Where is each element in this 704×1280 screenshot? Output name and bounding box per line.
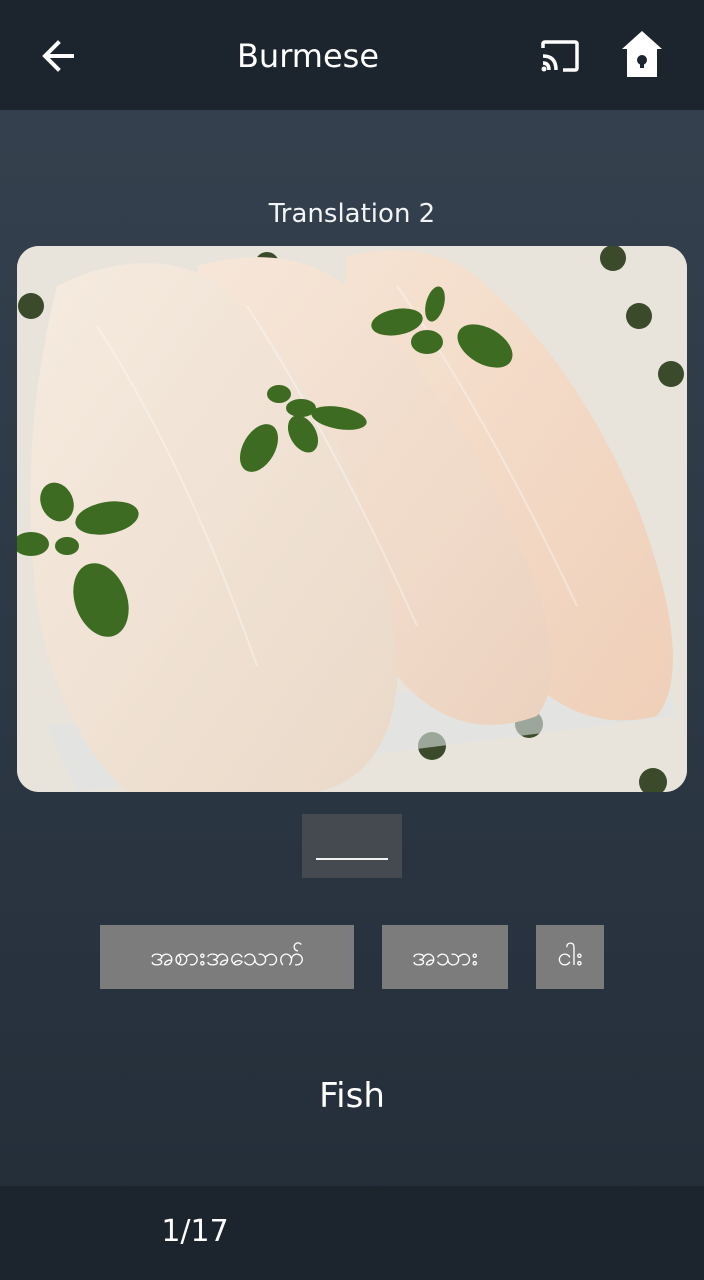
home-button[interactable] xyxy=(612,24,672,84)
back-button[interactable] xyxy=(30,28,86,84)
choice-button-1[interactable]: အစားအသောက် xyxy=(100,925,354,989)
arrow-left-icon xyxy=(42,40,74,72)
cast-icon xyxy=(541,40,579,72)
fish-fillet-photo xyxy=(17,246,687,792)
bottom-bar: 1/17 xyxy=(0,1186,704,1280)
choice-button-2[interactable]: အသား xyxy=(382,925,508,989)
cast-button[interactable] xyxy=(532,28,588,84)
page-title: Burmese xyxy=(236,37,380,75)
app-bar: Burmese xyxy=(0,0,704,110)
choice-button-3[interactable]: ငါး xyxy=(536,925,604,989)
card-heading: Translation 2 xyxy=(268,199,436,229)
answer-blank-line xyxy=(316,858,388,860)
answer-slot[interactable] xyxy=(302,814,402,878)
english-word: Fish xyxy=(319,1076,385,1116)
home-icon xyxy=(622,31,662,77)
page-counter: 1/17 xyxy=(161,1214,229,1249)
